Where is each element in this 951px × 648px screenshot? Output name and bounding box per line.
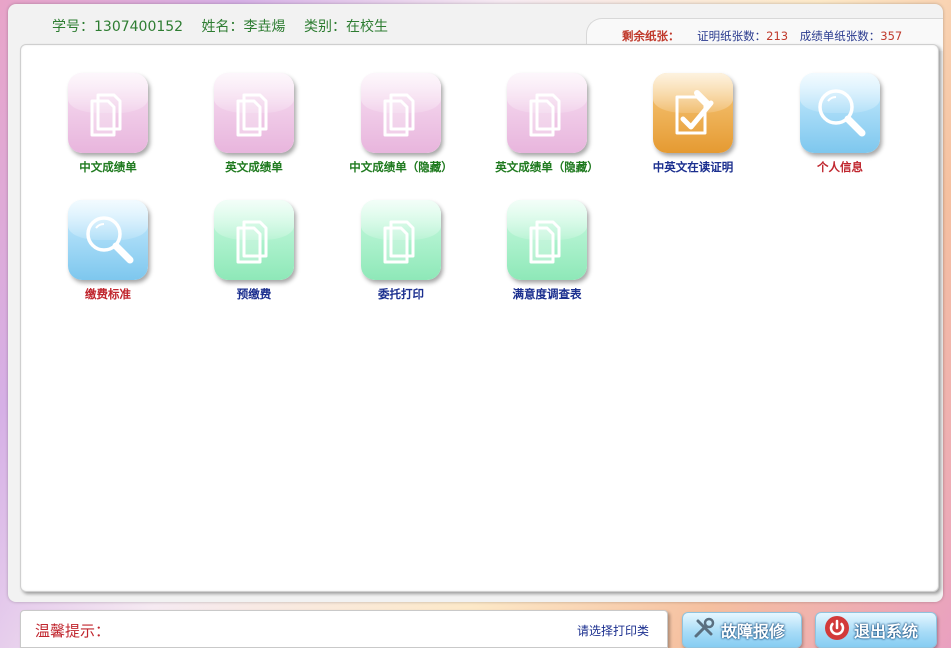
power-icon xyxy=(824,615,850,645)
tile-satisfaction-survey[interactable]: 满意度调查表 xyxy=(487,200,607,302)
transcript-paper-label: 成绩单纸张数： xyxy=(799,29,881,43)
tile-label: 英文成绩单（隐藏） xyxy=(495,160,599,174)
magnifier-icon xyxy=(800,73,880,153)
document-icon xyxy=(361,200,441,280)
tile-fee-standard[interactable]: 缴费标准 xyxy=(48,200,168,302)
student-category: 类别：在校生 xyxy=(303,19,388,35)
exit-button[interactable]: 退出系统 xyxy=(815,612,937,648)
tile-label: 中文成绩单（隐藏） xyxy=(349,160,453,174)
cert-paper-label: 证明纸张数： xyxy=(697,29,767,43)
tile-label: 个人信息 xyxy=(817,160,863,174)
document-icon xyxy=(214,200,294,280)
tile-label: 缴费标准 xyxy=(85,287,131,301)
tile-chinese-transcript[interactable]: 中文成绩单 xyxy=(48,73,168,175)
tile-label: 中英文在读证明 xyxy=(652,160,734,174)
tile-label: 委托打印 xyxy=(378,287,424,301)
student-id: 学号：1307400152 xyxy=(52,19,184,35)
document-icon xyxy=(214,73,294,153)
student-info: 学号：1307400152 姓名：李垚煬 类别：在校生 xyxy=(52,16,402,36)
tip-message: 请选择打印类 xyxy=(577,624,650,638)
tile-delegated-print[interactable]: 委托打印 xyxy=(341,200,461,302)
tile-enrollment-certificate[interactable]: 中英文在读证明 xyxy=(633,73,753,175)
wrench-icon xyxy=(691,615,717,645)
cert-paper-count: 213 xyxy=(766,29,789,43)
certificate-icon xyxy=(653,73,733,153)
repair-button[interactable]: 故障报修 xyxy=(682,612,802,648)
tile-english-transcript-hidden[interactable]: 英文成绩单（隐藏） xyxy=(487,73,607,175)
tile-label: 预缴费 xyxy=(236,287,272,301)
remain-label: 剩余纸张： xyxy=(622,29,680,43)
tile-label: 英文成绩单 xyxy=(225,160,283,174)
paper-remaining: 剩余纸张： 证明纸张数：213 成绩单纸张数：357 xyxy=(622,28,910,44)
function-panel: 中文成绩单 英文成绩单 中文成绩单（隐藏） 英文成绩单（隐藏） 中英文在读证明 … xyxy=(20,44,939,592)
document-icon xyxy=(507,200,587,280)
student-name: 姓名：李垚煬 xyxy=(201,19,286,35)
document-icon xyxy=(507,73,587,153)
document-icon xyxy=(361,73,441,153)
magnifier-icon xyxy=(68,200,148,280)
tip-bar: 温馨提示： 请选择打印类 xyxy=(20,610,668,648)
transcript-paper-count: 357 xyxy=(880,29,903,43)
repair-label: 故障报修 xyxy=(721,622,786,641)
tile-prepayment[interactable]: 预缴费 xyxy=(194,200,314,302)
tile-label: 中文成绩单 xyxy=(79,160,137,174)
tile-label: 满意度调查表 xyxy=(512,287,582,301)
tile-personal-info[interactable]: 个人信息 xyxy=(780,73,900,175)
document-icon xyxy=(68,73,148,153)
tile-english-transcript[interactable]: 英文成绩单 xyxy=(194,73,314,175)
tip-label: 温馨提示： xyxy=(35,622,111,640)
tile-chinese-transcript-hidden[interactable]: 中文成绩单（隐藏） xyxy=(341,73,461,175)
exit-label: 退出系统 xyxy=(854,622,919,641)
